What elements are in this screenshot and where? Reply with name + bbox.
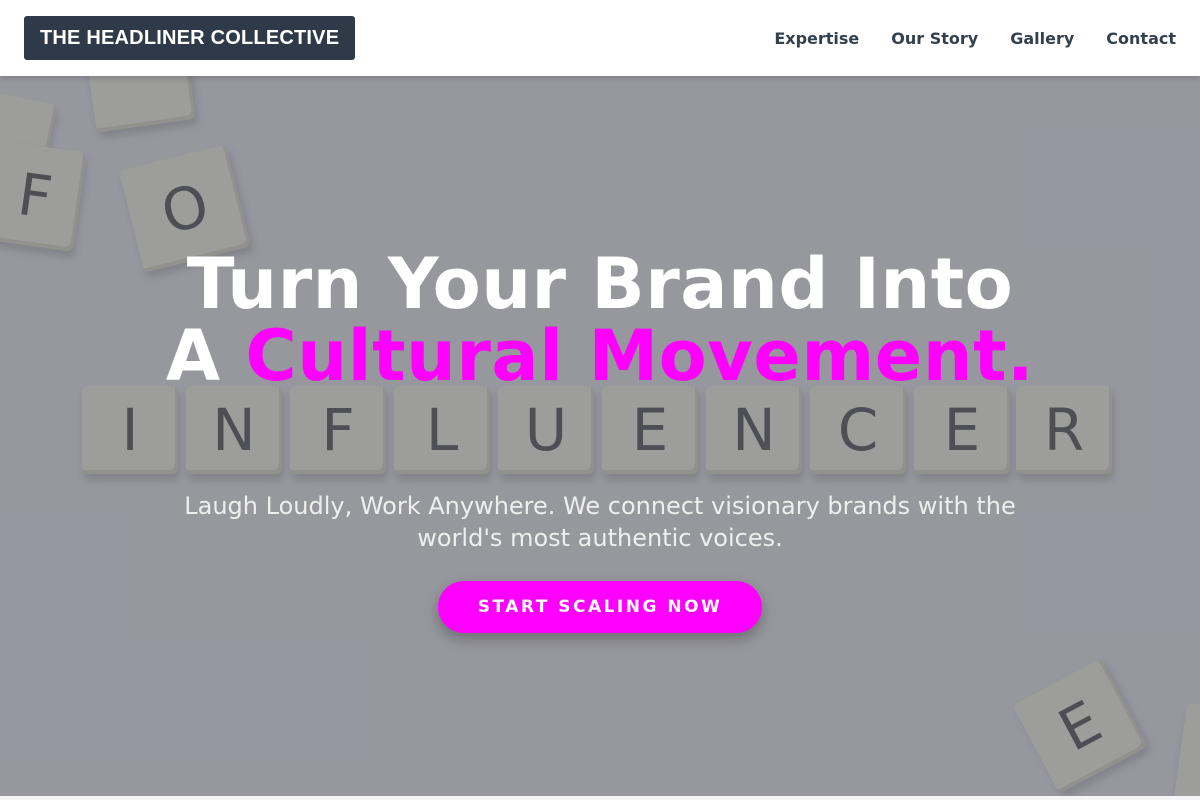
brand-logo[interactable]: THE HEADLINER COLLECTIVE xyxy=(24,16,356,60)
hero-headline: Turn Your Brand Into A Cultural Movement… xyxy=(160,248,1040,392)
headline-accent-text: Cultural Movement. xyxy=(245,315,1035,397)
site-header: THE HEADLINER COLLECTIVE Expertise Our S… xyxy=(0,0,1200,76)
hero-section: F O I N F L U E N C E R E Turn Your Bran… xyxy=(0,76,1200,796)
nav-link-gallery[interactable]: Gallery xyxy=(1010,29,1074,48)
main-nav: Expertise Our Story Gallery Contact xyxy=(774,29,1176,48)
nav-link-contact[interactable]: Contact xyxy=(1106,29,1176,48)
start-scaling-button[interactable]: START SCALING NOW xyxy=(438,581,762,633)
hero-content: Turn Your Brand Into A Cultural Movement… xyxy=(0,76,1200,796)
nav-link-expertise[interactable]: Expertise xyxy=(774,29,859,48)
page-bottom-edge xyxy=(0,796,1200,800)
nav-link-our-story[interactable]: Our Story xyxy=(891,29,978,48)
hero-subtitle: Laugh Loudly, Work Anywhere. We connect … xyxy=(184,492,1016,552)
